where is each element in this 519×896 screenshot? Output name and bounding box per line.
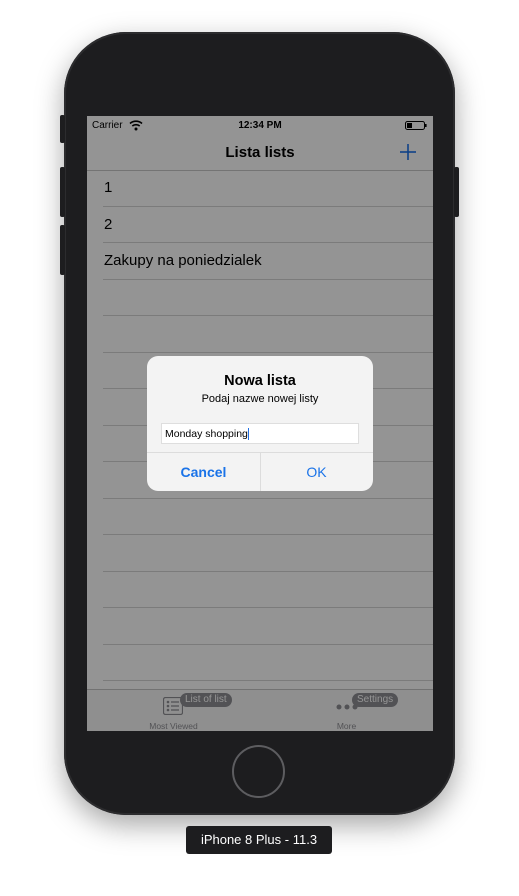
app-screen: Carrier 12:34 PM Lista lists 1 2 Zakupy … [87,116,433,731]
device-label: iPhone 8 Plus - 11.3 [186,826,332,854]
cancel-button[interactable]: Cancel [147,453,260,491]
volume-up-button [60,167,65,217]
ok-button[interactable]: OK [260,453,373,491]
mute-switch [60,115,65,143]
new-list-alert: Nowa lista Podaj nazwe nowej listy Monda… [147,356,373,491]
power-button [454,167,459,217]
text-cursor [247,428,250,441]
alert-message: Podaj nazwe nowej listy [201,393,319,405]
volume-down-button [60,225,65,275]
alert-title: Nowa lista [224,373,296,389]
list-name-input[interactable]: Monday shopping [161,423,359,444]
list-name-input-value: Monday shopping [165,428,248,440]
home-button[interactable] [232,745,285,798]
